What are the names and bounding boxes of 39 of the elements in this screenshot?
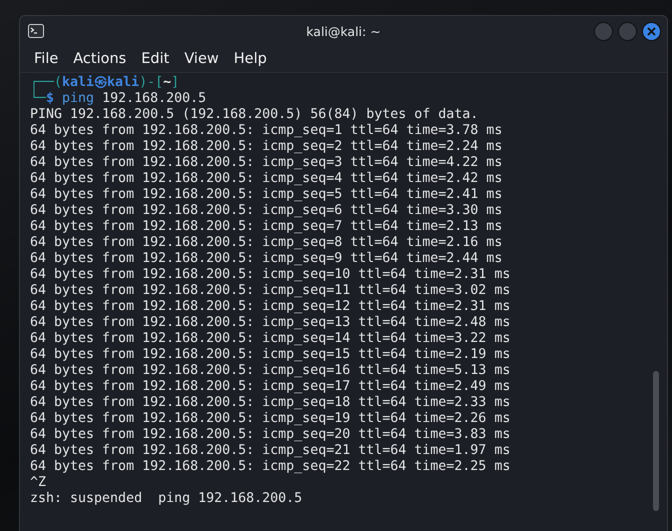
output-line: 64 bytes from 192.168.200.5: icmp_seq=17 ttl=64 time=2.49 ms: [30, 379, 510, 395]
close-button[interactable]: [642, 22, 661, 40]
output-line: 64 bytes from 192.168.200.5: icmp_seq=22 ttl=64 time=2.25 ms: [30, 459, 510, 475]
output-line: 64 bytes from 192.168.200.5: icmp_seq=18 ttl=64 time=2.33 ms: [30, 395, 510, 411]
scrollbar-thumb[interactable]: [653, 371, 659, 511]
output-line: 64 bytes from 192.168.200.5: icmp_seq=20 ttl=64 time=3.83 ms: [30, 427, 510, 443]
menu-item[interactable]: View: [177, 51, 227, 67]
output-line: 64 bytes from 192.168.200.5: icmp_seq=5 ttl=64 time=2.41 ms: [30, 187, 502, 203]
output-line: ^Z: [30, 475, 46, 491]
close-icon: [647, 26, 656, 36]
output-line: 64 bytes from 192.168.200.5: icmp_seq=10 ttl=64 time=2.31 ms: [30, 267, 510, 283]
prompt-line: ┌──(kali㉿kali)-[~]: [30, 75, 180, 90]
window-title: kali@kali: ~: [305, 24, 382, 38]
menu-item[interactable]: Help: [226, 51, 275, 67]
output-line: 64 bytes from 192.168.200.5: icmp_seq=19 ttl=64 time=2.26 ms: [30, 411, 510, 427]
output-line: 64 bytes from 192.168.200.5: icmp_seq=2 ttl=64 time=2.24 ms: [30, 139, 502, 155]
terminal-icon: [28, 24, 44, 38]
minimize-button[interactable]: [594, 22, 613, 40]
output-line: 64 bytes from 192.168.200.5: icmp_seq=9 ttl=64 time=2.44 ms: [30, 251, 502, 267]
output-line: 64 bytes from 192.168.200.5: icmp_seq=13 ttl=64 time=2.48 ms: [30, 315, 510, 331]
output-line: 64 bytes from 192.168.200.5: icmp_seq=14 ttl=64 time=3.22 ms: [30, 331, 510, 347]
output-line: 64 bytes from 192.168.200.5: icmp_seq=21 ttl=64 time=1.97 ms: [30, 443, 510, 459]
output-line: zsh: suspended ping 192.168.200.5: [30, 491, 302, 507]
maximize-button[interactable]: [618, 22, 637, 40]
output-line: 64 bytes from 192.168.200.5: icmp_seq=16 ttl=64 time=5.13 ms: [30, 363, 510, 379]
menu-item[interactable]: File: [27, 51, 66, 67]
output-line: PING 192.168.200.5 (192.168.200.5) 56(84) bytes of data.: [30, 107, 478, 123]
output-line: 64 bytes from 192.168.200.5: icmp_seq=15 ttl=64 time=2.19 ms: [30, 347, 510, 363]
menu-item[interactable]: Edit: [134, 51, 178, 67]
output-line: 64 bytes from 192.168.200.5: icmp_seq=4 ttl=64 time=2.42 ms: [30, 171, 502, 187]
output-line: 64 bytes from 192.168.200.5: icmp_seq=6 ttl=64 time=3.30 ms: [30, 203, 502, 219]
output-line: 64 bytes from 192.168.200.5: icmp_seq=11 ttl=64 time=3.02 ms: [30, 283, 510, 299]
output-line: 64 bytes from 192.168.200.5: icmp_seq=7 ttl=64 time=2.13 ms: [30, 219, 502, 235]
menu-item[interactable]: Actions: [66, 51, 134, 67]
prompt-line: └─$ ping 192.168.200.5: [30, 91, 206, 107]
output-line: 64 bytes from 192.168.200.5: icmp_seq=3 ttl=64 time=4.22 ms: [30, 155, 502, 171]
output-line: 64 bytes from 192.168.200.5: icmp_seq=1 ttl=64 time=3.78 ms: [30, 123, 502, 139]
output-line: 64 bytes from 192.168.200.5: icmp_seq=12 ttl=64 time=2.31 ms: [30, 299, 510, 315]
output-line: 64 bytes from 192.168.200.5: icmp_seq=8 ttl=64 time=2.16 ms: [30, 235, 502, 251]
